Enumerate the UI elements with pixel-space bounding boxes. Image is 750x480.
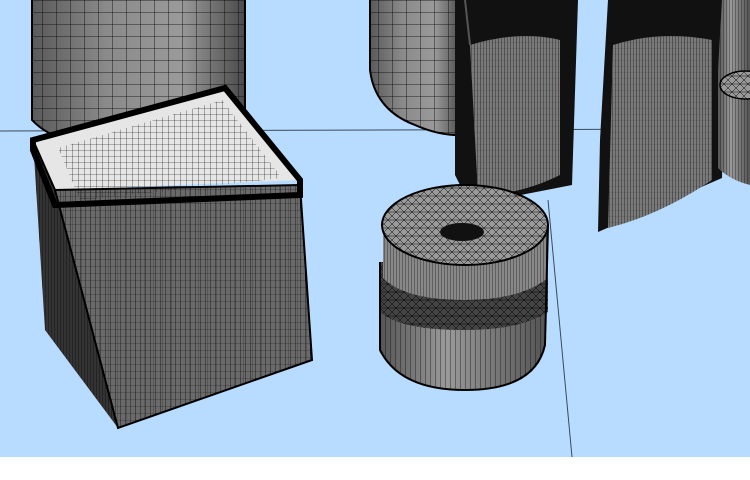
round-jar[interactable]: [379, 184, 549, 392]
app-window: [0, 0, 750, 480]
status-bar: [0, 457, 750, 480]
viewport-canvas[interactable]: [0, 0, 750, 457]
pouch-left[interactable]: [455, 0, 578, 205]
3d-viewport[interactable]: [0, 0, 750, 457]
small-jar[interactable]: [718, 0, 750, 185]
